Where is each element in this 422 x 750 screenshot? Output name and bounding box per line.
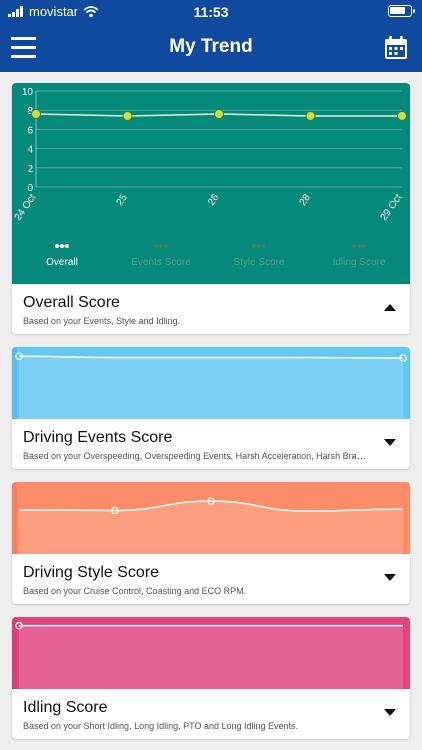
driving-events-header[interactable]: Driving Events Score Based on your Overs… xyxy=(12,419,410,469)
idling-score-header[interactable]: Idling Score Based on your Short Idling,… xyxy=(12,689,410,739)
idling-score-description: Based on your Short Idling, Long Idling,… xyxy=(23,721,299,731)
overall-score-title: Overall Score xyxy=(23,294,120,311)
driving-style-description: Based on your Cruise Control, Coasting a… xyxy=(23,586,247,596)
legend-marker-icon xyxy=(352,244,366,248)
driving-style-card: Driving Style Score Based on your Cruise… xyxy=(12,482,410,604)
expand-arrow-icon[interactable] xyxy=(384,574,396,581)
driving-style-title: Driving Style Score xyxy=(23,564,160,581)
y-tick-label: 6 xyxy=(27,125,33,136)
y-tick-label: 10 xyxy=(22,87,34,98)
driving-style-chart xyxy=(12,482,410,554)
overall-chart: 0 2 4 6 8 10 24 Oct 25 26 28 29 Oct Overall Events … xyxy=(12,83,410,284)
overall-score-description: Based on your Events, Style and Idling. xyxy=(23,316,181,326)
chart-edge xyxy=(12,347,17,419)
driving-events-card: Driving Events Score Based on your Overs… xyxy=(12,347,410,469)
legend-label: Idling Score xyxy=(332,257,386,268)
legend-marker-icon xyxy=(154,244,168,248)
overall-score-header[interactable]: Overall Score Based on your Events, Styl… xyxy=(12,284,410,334)
area-line xyxy=(18,355,404,359)
legend-label: Overall xyxy=(46,257,78,268)
data-point xyxy=(31,109,41,120)
chart-legend: Overall Events Score Style Score Idling Sco… xyxy=(12,243,410,271)
driving-events-area-chart xyxy=(12,347,407,419)
legend-label: Events Score xyxy=(131,257,191,268)
calendar-icon[interactable] xyxy=(380,32,412,64)
clock: 11:53 xyxy=(193,4,229,20)
legend-marker-icon xyxy=(252,244,266,248)
data-point xyxy=(122,110,133,121)
driving-events-description: Based on your Overspeeding, Overspeeding… xyxy=(23,451,368,461)
overall-line-chart: 024681024 Oct 25 26 28 29 Oct xyxy=(13,87,407,223)
area-fill xyxy=(19,625,403,689)
legend-label: Style Score xyxy=(233,257,285,268)
y-tick-label: 4 xyxy=(27,145,33,156)
x-tick-label: 29 Oct xyxy=(379,192,405,223)
overall-score-card: 0 2 4 6 8 10 24 Oct 25 26 28 29 Oct Overall Events … xyxy=(12,83,410,334)
legend-item[interactable]: Idling Score xyxy=(319,243,399,268)
y-tick-label: 2 xyxy=(27,164,33,175)
idling-chart xyxy=(12,617,410,689)
area-fill xyxy=(19,356,403,419)
data-point xyxy=(305,110,316,121)
status-bar: movistar 11:53 xyxy=(0,0,422,24)
legend-item[interactable]: Overall xyxy=(22,243,102,268)
x-tick-label: 26 xyxy=(206,192,222,208)
x-tick-label: 25 xyxy=(115,192,131,208)
chart-edge xyxy=(12,617,17,689)
legend-marker-icon xyxy=(55,244,69,248)
x-tick-label: 28 xyxy=(298,192,314,208)
page-title: My Trend xyxy=(169,36,253,57)
data-point xyxy=(397,110,407,121)
x-tick-label: 24 Oct xyxy=(13,192,39,223)
expand-arrow-icon[interactable] xyxy=(384,709,396,716)
idling-score-card: Idling Score Based on your Short Idling,… xyxy=(12,617,410,739)
collapse-arrow-icon[interactable] xyxy=(384,304,396,311)
driving-events-chart xyxy=(12,347,410,419)
idling-score-title: Idling Score xyxy=(23,699,108,716)
legend-item[interactable]: Style Score xyxy=(219,243,299,268)
battery-icon xyxy=(388,5,415,17)
area-fill xyxy=(19,501,403,554)
chart-edge xyxy=(12,482,17,554)
expand-arrow-icon[interactable] xyxy=(384,439,396,446)
driving-style-header[interactable]: Driving Style Score Based on your Cruise… xyxy=(12,554,410,604)
driving-style-area-chart xyxy=(12,482,404,554)
app-bar: My Trend xyxy=(0,24,422,72)
legend-item[interactable]: Events Score xyxy=(121,243,201,268)
data-point xyxy=(214,109,224,120)
idling-area-chart xyxy=(12,617,403,689)
driving-events-title: Driving Events Score xyxy=(23,429,173,446)
